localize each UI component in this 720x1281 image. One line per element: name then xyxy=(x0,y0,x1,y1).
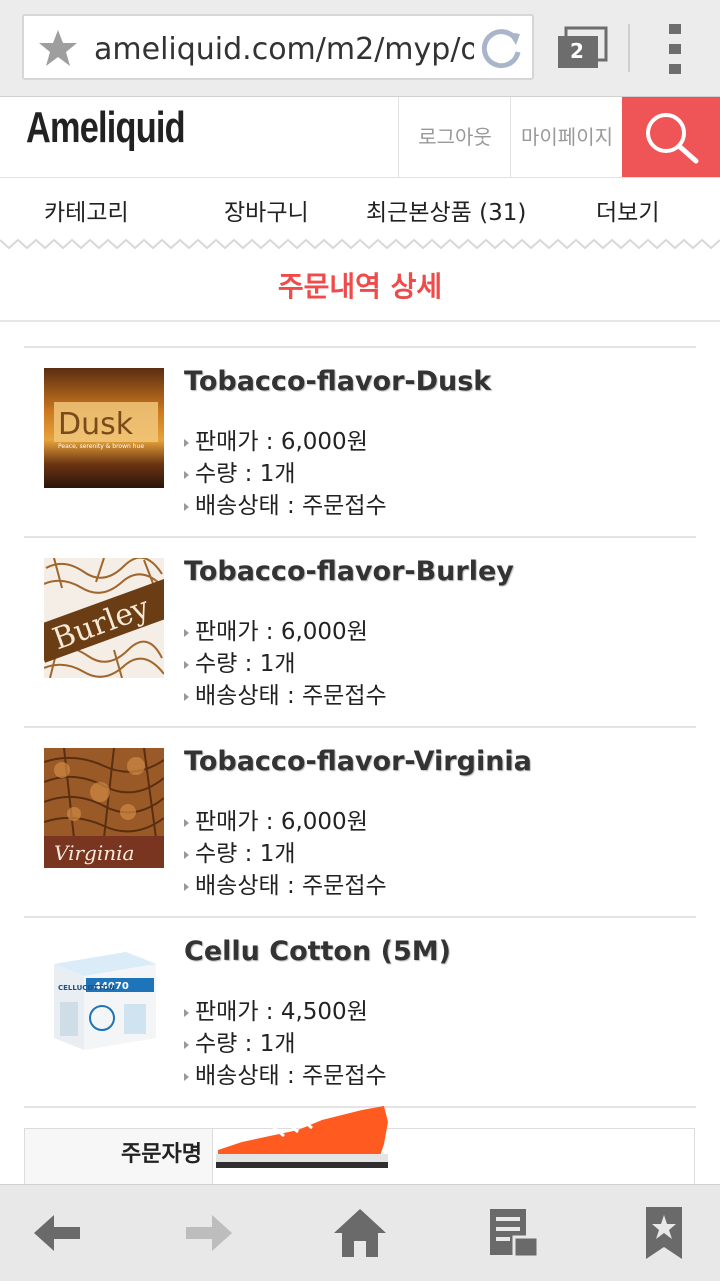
search-button[interactable] xyxy=(622,97,720,177)
tabs-button[interactable]: 2 xyxy=(556,26,610,70)
bullet-arrow-icon xyxy=(184,850,189,859)
overflow-menu-icon[interactable] xyxy=(664,22,686,76)
order-item[interactable]: 44070 CELLUCOTTON Cellu Cotton (5M) 판매가 … xyxy=(24,916,696,1106)
status-row: 배송상태 : 주문접수 xyxy=(184,676,387,710)
order-item[interactable]: Burley Tobacco-flavor-Burley 판매가 : 6,000… xyxy=(24,536,696,726)
qty-row: 수량 : 1개 xyxy=(184,834,296,868)
thumb-subtitle: Peace, serenity & brown hue xyxy=(58,443,144,450)
bullet-arrow-icon xyxy=(184,692,189,701)
product-thumbnail[interactable]: 44070 CELLUCOTTON xyxy=(44,938,164,1058)
bullet-arrow-icon xyxy=(184,1008,189,1017)
product-thumbnail[interactable]: Virginia xyxy=(44,748,164,868)
thumb-title: CELLUCOTTON xyxy=(58,984,115,992)
url-text[interactable]: ameliquid.com/m2/myp/o xyxy=(94,30,474,70)
order-item[interactable]: Virginia Tobacco-flavor-Virginia 판매가 : 6… xyxy=(24,726,696,916)
reader-mode-icon[interactable] xyxy=(484,1203,544,1263)
product-name[interactable]: Cellu Cotton (5M) xyxy=(184,936,451,967)
product-status: 배송상태 : 주문접수 xyxy=(195,493,387,519)
toolbar-divider xyxy=(628,24,630,72)
product-name[interactable]: Tobacco-flavor-Dusk xyxy=(184,366,491,397)
status-row: 배송상태 : 주문접수 xyxy=(184,1056,387,1090)
back-arrow-icon[interactable] xyxy=(28,1203,88,1263)
order-item[interactable]: Dusk Peace, serenity & brown hue Tobacco… xyxy=(24,346,696,536)
bullet-arrow-icon xyxy=(184,818,189,827)
product-price: 판매가 : 6,000원 xyxy=(195,429,368,455)
product-status: 배송상태 : 주문접수 xyxy=(195,1063,387,1089)
address-bar[interactable]: ameliquid.com/m2/myp/o xyxy=(22,14,534,80)
price-row: 판매가 : 6,000원 xyxy=(184,802,368,836)
price-row: 판매가 : 6,000원 xyxy=(184,612,368,646)
product-price: 판매가 : 6,000원 xyxy=(195,809,368,835)
bullet-arrow-icon xyxy=(184,882,189,891)
product-qty: 수량 : 1개 xyxy=(195,651,296,677)
product-status: 배송상태 : 주문접수 xyxy=(195,873,387,899)
product-qty: 수량 : 1개 xyxy=(195,841,296,867)
tab-count: 2 xyxy=(570,39,584,63)
product-price: 판매가 : 4,500원 xyxy=(195,999,368,1025)
site-header: Ameliquid 로그아웃 마이페이지 xyxy=(0,97,720,178)
site-logo[interactable]: Ameliquid xyxy=(26,103,186,153)
product-price: 판매가 : 6,000원 xyxy=(195,619,368,645)
reload-icon[interactable] xyxy=(478,26,524,72)
product-thumbnail[interactable]: Dusk Peace, serenity & brown hue xyxy=(44,368,164,488)
home-icon[interactable] xyxy=(330,1203,390,1263)
logout-link[interactable]: 로그아웃 xyxy=(398,97,511,177)
qty-row: 수량 : 1개 xyxy=(184,644,296,678)
status-row: 배송상태 : 주문접수 xyxy=(184,866,387,900)
bullet-arrow-icon xyxy=(184,628,189,637)
title-divider xyxy=(0,320,720,322)
bookmarks-icon[interactable] xyxy=(634,1203,694,1263)
mypage-link[interactable]: 마이페이지 xyxy=(510,97,623,177)
sneaker-icon xyxy=(216,1106,388,1168)
bookmark-star-icon[interactable] xyxy=(38,28,78,68)
status-row: 배송상태 : 주문접수 xyxy=(184,486,387,520)
thumb-title: Virginia xyxy=(54,841,134,865)
bullet-arrow-icon xyxy=(184,438,189,447)
price-row: 판매가 : 6,000원 xyxy=(184,422,368,456)
product-status: 배송상태 : 주문접수 xyxy=(195,683,387,709)
browser-toolbar: ameliquid.com/m2/myp/o 2 xyxy=(0,0,720,97)
bullet-arrow-icon xyxy=(184,1040,189,1049)
browser-bottom-bar xyxy=(0,1184,720,1281)
forward-arrow-icon[interactable] xyxy=(178,1203,238,1263)
price-row: 판매가 : 4,500원 xyxy=(184,992,368,1026)
orderer-name-label: 주문자명 xyxy=(25,1129,213,1187)
qty-row: 수량 : 1개 xyxy=(184,454,296,488)
bullet-arrow-icon xyxy=(184,660,189,669)
product-thumbnail[interactable]: Burley xyxy=(44,558,164,678)
bullet-arrow-icon xyxy=(184,1072,189,1081)
page-title: 주문내역 상세 xyxy=(277,270,443,303)
bullet-arrow-icon xyxy=(184,502,189,511)
product-qty: 수량 : 1개 xyxy=(195,1031,296,1057)
thumb-title: Dusk xyxy=(58,407,134,442)
zigzag-divider xyxy=(0,238,720,250)
search-icon xyxy=(646,113,699,164)
product-qty: 수량 : 1개 xyxy=(195,461,296,487)
product-name[interactable]: Tobacco-flavor-Burley xyxy=(184,556,514,587)
product-name[interactable]: Tobacco-flavor-Virginia xyxy=(184,746,532,777)
qty-row: 수량 : 1개 xyxy=(184,1024,296,1058)
bullet-arrow-icon xyxy=(184,470,189,479)
